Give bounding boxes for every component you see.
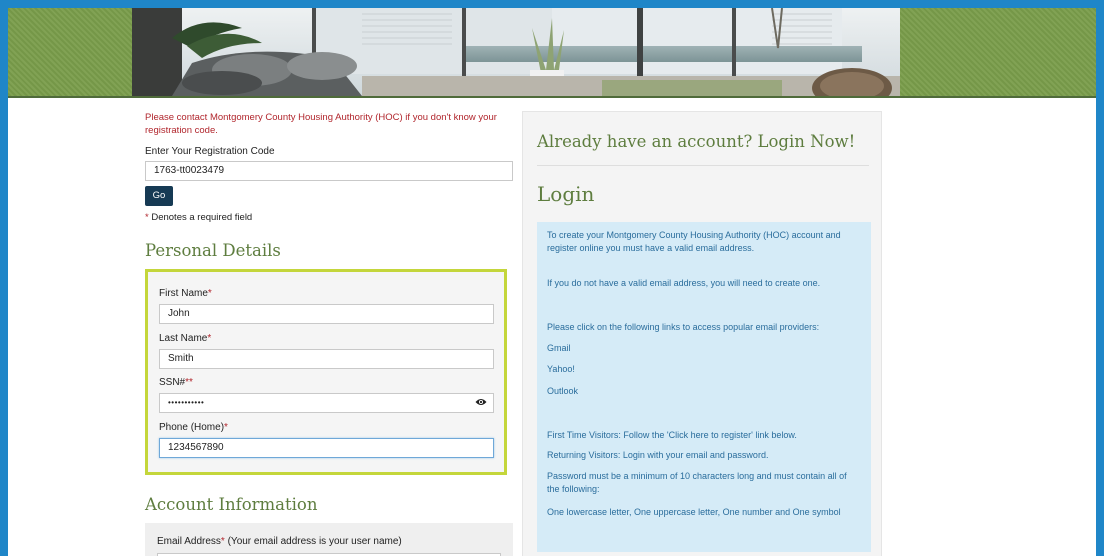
login-divider: [537, 165, 869, 166]
go-button[interactable]: Go: [145, 186, 173, 206]
email-label-note: (Your email address is your user name): [224, 536, 402, 547]
last-name-label: Last Name*: [159, 332, 211, 345]
gmail-link[interactable]: Gmail: [547, 343, 571, 353]
ssn-label: SSN#**: [159, 376, 193, 389]
banner-bottom-rule: [8, 96, 1096, 98]
registration-column: Please contact Montgomery County Housing…: [145, 111, 515, 556]
info-password-detail: One lowercase letter, One uppercase lett…: [547, 507, 841, 517]
login-panel: Already have an account? Login Now! Logi…: [522, 111, 882, 556]
ssn-masked-value: •••••••••••: [168, 398, 205, 407]
registration-code-label: Enter Your Registration Code: [145, 146, 275, 157]
email-label: Email Address* (Your email address is yo…: [157, 535, 402, 548]
required-note-text: Denotes a required field: [151, 212, 253, 223]
personal-details-box: First Name* John Last Name* Smith SSN#**…: [145, 269, 507, 475]
first-name-label: First Name*: [159, 287, 212, 300]
phone-label-text: Phone (Home): [159, 422, 225, 433]
yahoo-link[interactable]: Yahoo!: [547, 364, 575, 374]
info-providers-intro: Please click on the following links to a…: [547, 322, 820, 332]
outlook-link[interactable]: Outlook: [547, 386, 578, 396]
required-star: *: [224, 422, 228, 433]
ssn-input[interactable]: •••••••••••: [159, 393, 494, 413]
info-password-rule: Password must be a minimum of 10 charact…: [547, 471, 847, 494]
required-field-note: * Denotes a required field: [145, 212, 252, 223]
living-room-image: [132, 8, 900, 96]
banner-photo: [132, 8, 900, 96]
required-star: *: [145, 212, 149, 223]
required-star: *: [207, 288, 212, 299]
personal-details-title: Personal Details: [145, 241, 281, 260]
login-info-box: To create your Montgomery County Housing…: [537, 222, 871, 552]
eye-icon[interactable]: [475, 397, 487, 411]
account-information-title: Account Information: [145, 495, 318, 514]
first-name-label-text: First Name: [159, 288, 208, 299]
last-name-label-text: Last Name: [159, 333, 208, 344]
required-star: *: [207, 333, 212, 344]
registration-code-input[interactable]: 1763-tt0023479: [145, 161, 513, 181]
phone-input[interactable]: 1234567890: [159, 438, 494, 458]
ssn-label-text: SSN#: [159, 377, 186, 388]
info-no-email: If you do not have a valid email address…: [547, 278, 821, 288]
info-first-time: First Time Visitors: Follow the 'Click h…: [547, 430, 797, 440]
account-information-box: Email Address* (Your email address is yo…: [145, 523, 513, 556]
info-returning: Returning Visitors: Login with your emai…: [547, 450, 769, 460]
phone-label: Phone (Home)*: [159, 421, 228, 434]
header-banner: [8, 8, 1096, 98]
email-label-text: Email Address: [157, 536, 221, 547]
page-frame: Please contact Montgomery County Housing…: [8, 8, 1096, 556]
first-name-input[interactable]: John: [159, 304, 494, 324]
registration-notice: Please contact Montgomery County Housing…: [145, 112, 497, 136]
info-intro: To create your Montgomery County Housing…: [547, 230, 841, 253]
login-title: Login: [537, 182, 595, 206]
required-star: **: [185, 377, 193, 388]
already-have-account-heading: Already have an account? Login Now!: [537, 132, 856, 151]
last-name-input[interactable]: Smith: [159, 349, 494, 369]
